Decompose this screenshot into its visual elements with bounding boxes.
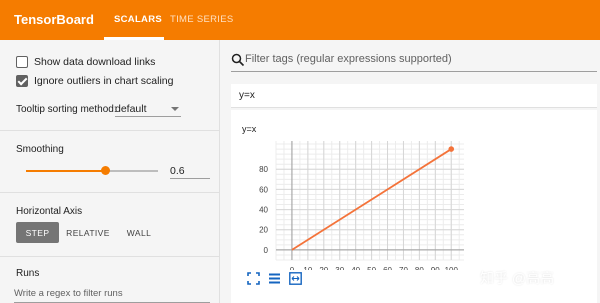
log-scale-icon[interactable]: [268, 272, 281, 285]
smoothing-value-input[interactable]: 0.6: [170, 163, 210, 179]
search-icon: [231, 53, 245, 67]
slider-fill: [26, 170, 106, 172]
checkbox-label: Ignore outliers in chart scaling: [34, 75, 174, 87]
step-button[interactable]: STEP: [16, 222, 59, 243]
tag-group-title: y=x: [239, 90, 255, 101]
chart-toolbar: [247, 272, 302, 285]
x-tick-label: 90: [431, 266, 440, 270]
tooltip-sorting-label: Tooltip sorting method:: [16, 104, 117, 115]
x-tick-label: 80: [415, 266, 424, 270]
x-tick-label: 20: [319, 266, 328, 270]
y-tick-label: 80: [259, 165, 268, 174]
x-tick-label: 70: [399, 266, 408, 270]
relative-button[interactable]: RELATIVE: [64, 222, 112, 243]
divider: [0, 130, 220, 131]
search-input[interactable]: Filter tags (regular expressions support…: [245, 53, 452, 65]
runs-title: Runs: [16, 268, 40, 279]
watermark: 知乎 @高高: [480, 270, 555, 286]
top-app-bar: TensorBoard SCALARS TIME SERIES: [0, 0, 600, 40]
tab-time-series[interactable]: TIME SERIES: [170, 14, 233, 25]
wall-button[interactable]: WALL: [122, 222, 156, 243]
horizontal-axis-title: Horizontal Axis: [16, 206, 83, 217]
x-tick-label: 30: [335, 266, 344, 270]
x-tick-label: 100: [445, 266, 459, 270]
x-tick-label: 50: [367, 266, 376, 270]
runs-filter-input[interactable]: Write a regex to filter runs: [14, 288, 210, 303]
y-tick-label: 0: [264, 246, 269, 255]
line-chart[interactable]: 0 10 20 30 40 50 60 70 80 90 100 0 20 40 60 80: [231, 110, 597, 270]
tag-filter[interactable]: Filter tags (regular expressions support…: [231, 52, 597, 72]
fit-domain-icon[interactable]: [289, 272, 302, 285]
fullscreen-icon[interactable]: [247, 272, 260, 285]
select-value: default: [115, 103, 147, 115]
x-tick-label: 40: [351, 266, 360, 270]
tab-scalars[interactable]: SCALARS: [114, 14, 162, 25]
main-panel: Filter tags (regular expressions support…: [221, 40, 600, 303]
y-tick-label: 40: [259, 206, 268, 215]
divider: [0, 192, 220, 193]
ignore-outliers-checkbox[interactable]: Ignore outliers in chart scaling: [16, 75, 174, 87]
smoothing-slider[interactable]: [26, 166, 158, 175]
smoothing-title: Smoothing: [16, 144, 64, 155]
checkbox-box-checked[interactable]: [16, 75, 28, 87]
checkbox-box[interactable]: [16, 56, 28, 68]
divider: [0, 256, 220, 257]
x-tick-label: 10: [303, 266, 312, 270]
x-tick-label: 0: [290, 266, 295, 270]
checkbox-label: Show data download links: [34, 56, 156, 68]
tag-group-header[interactable]: y=x: [231, 84, 597, 108]
x-tick-label: 60: [383, 266, 392, 270]
show-download-links-checkbox[interactable]: Show data download links: [16, 56, 155, 68]
tooltip-sorting-select[interactable]: default: [115, 101, 181, 117]
brand-title: TensorBoard: [14, 12, 94, 27]
y-tick-label: 20: [259, 226, 268, 235]
series-end-point: [448, 146, 455, 152]
dropdown-arrow-icon[interactable]: [171, 107, 179, 111]
y-tick-label: 60: [259, 185, 268, 194]
